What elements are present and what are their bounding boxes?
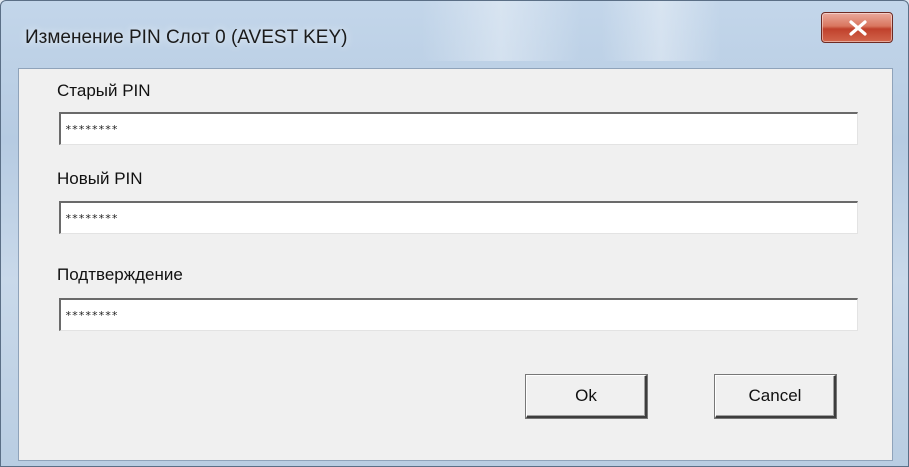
- dialog-body: Старый PIN Новый PIN Подтверждение Ok Ca…: [18, 68, 893, 461]
- confirm-pin-field[interactable]: [59, 298, 858, 331]
- close-button[interactable]: [821, 12, 893, 43]
- close-icon: [849, 20, 867, 36]
- new-pin-label: Новый PIN: [57, 169, 143, 188]
- glass-reflection: [601, 1, 721, 61]
- old-pin-field[interactable]: [59, 112, 858, 145]
- glass-reflection: [421, 1, 581, 61]
- ok-button[interactable]: Ok: [526, 375, 647, 418]
- change-pin-dialog: Изменение PIN Слот 0 (AVEST KEY) Старый …: [0, 0, 909, 467]
- old-pin-label: Старый PIN: [57, 81, 151, 100]
- dialog-title: Изменение PIN Слот 0 (AVEST KEY): [25, 27, 348, 48]
- confirm-pin-label: Подтверждение: [57, 265, 183, 284]
- cancel-button[interactable]: Cancel: [715, 375, 836, 418]
- new-pin-field[interactable]: [59, 201, 858, 234]
